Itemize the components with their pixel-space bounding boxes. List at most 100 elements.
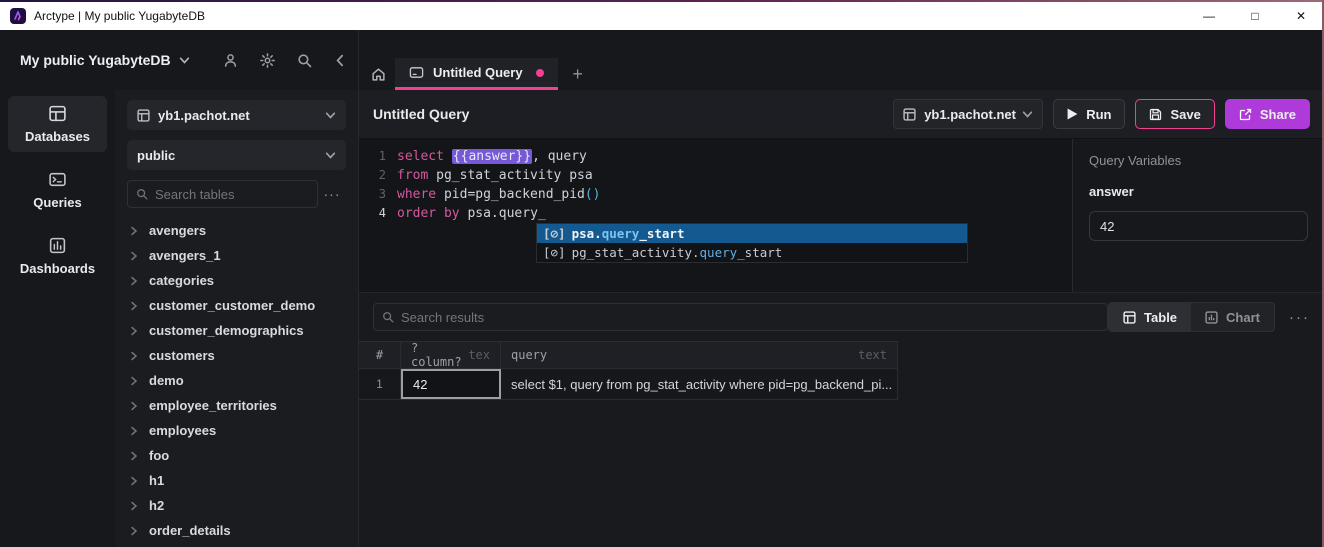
query-tab-icon [409, 65, 424, 80]
result-cell-selected[interactable]: 42 [401, 369, 501, 399]
minimize-button[interactable]: — [1186, 2, 1232, 30]
table-row[interactable]: foo [127, 443, 346, 468]
chevron-right-icon[interactable] [129, 501, 139, 511]
search-icon[interactable] [297, 53, 312, 68]
table-row[interactable]: h2 [127, 493, 346, 518]
user-icon[interactable] [223, 53, 238, 68]
query-header: Untitled Query yb1.pachot.net [359, 90, 1324, 138]
autocomplete-item[interactable]: [⊘]pg_stat_activity.query_start [537, 243, 967, 262]
chevron-right-icon[interactable] [129, 226, 139, 236]
chevron-right-icon[interactable] [129, 526, 139, 536]
search-icon [382, 311, 394, 323]
tables-more-button[interactable]: ··· [318, 186, 346, 202]
schema-name: public [137, 148, 175, 163]
close-button[interactable]: ✕ [1278, 2, 1324, 30]
table-row[interactable]: employee_territories [127, 393, 346, 418]
chevron-right-icon[interactable] [129, 276, 139, 286]
titlebar: Arctype | My public YugabyteDB — □ ✕ [0, 0, 1324, 30]
sql-editor[interactable]: 1 select {{answer}}, query 2 from pg_sta… [359, 139, 1072, 292]
chevron-down-icon [1022, 109, 1033, 120]
chevron-down-icon[interactable] [179, 55, 190, 66]
run-button[interactable]: Run [1053, 99, 1125, 129]
window-controls: — □ ✕ [1186, 2, 1324, 30]
chevron-right-icon[interactable] [129, 251, 139, 261]
connection-dropdown[interactable]: yb1.pachot.net [127, 100, 346, 130]
results-header-row: # ?column?tex querytext [359, 341, 898, 369]
workspace-name[interactable]: My public YugabyteDB [20, 52, 171, 68]
tab-label: Untitled Query [433, 65, 523, 80]
chevron-right-icon[interactable] [129, 376, 139, 386]
result-row: 1 42 select $1, query from pg_stat_activ… [359, 369, 898, 400]
chevron-right-icon[interactable] [129, 476, 139, 486]
maximize-button[interactable]: □ [1232, 2, 1278, 30]
table-row[interactable]: customer_demographics [127, 318, 346, 343]
nav-item-dashboards[interactable]: Dashboards [8, 228, 107, 284]
query-variable-token: {{answer}} [452, 149, 532, 164]
table-row[interactable]: h1 [127, 468, 346, 493]
database-icon [903, 108, 916, 121]
nav-label: Databases [25, 129, 90, 144]
result-cell-query[interactable]: select $1, query from pg_stat_activity w… [501, 369, 898, 399]
share-label: Share [1260, 107, 1296, 122]
table-view-button[interactable]: Table [1109, 303, 1191, 331]
query-title[interactable]: Untitled Query [373, 106, 469, 122]
window-title: Arctype | My public YugabyteDB [34, 9, 205, 23]
table-row[interactable]: customers [127, 343, 346, 368]
chevron-down-icon [325, 110, 336, 121]
code-line: 4 order by psa.query_ [359, 204, 1072, 223]
new-tab-button[interactable]: + [558, 58, 598, 90]
code-line: 2 from pg_stat_activity psa [359, 166, 1072, 185]
chart-view-button[interactable]: Chart [1191, 303, 1274, 331]
play-icon [1067, 108, 1078, 120]
tab-untitled-query[interactable]: Untitled Query [395, 58, 558, 90]
view-toggle: Table Chart [1108, 302, 1275, 332]
chevron-right-icon[interactable] [129, 351, 139, 361]
nav-item-queries[interactable]: Queries [8, 162, 107, 218]
table-search-row: ··· [127, 180, 346, 208]
chevron-right-icon[interactable] [129, 426, 139, 436]
arctype-logo-icon [10, 8, 26, 24]
results-toolbar: Table Chart ··· [359, 293, 1324, 341]
tables-sidebar: yb1.pachot.net public [115, 90, 358, 547]
save-button[interactable]: Save [1135, 99, 1214, 129]
share-button[interactable]: Share [1225, 99, 1310, 129]
nav-label: Dashboards [20, 261, 95, 276]
left-panel: My public YugabyteDB [0, 30, 358, 547]
search-tables-input[interactable] [155, 187, 309, 202]
table-row[interactable]: orders [127, 543, 346, 547]
nav-item-databases[interactable]: Databases [8, 96, 107, 152]
tab-strip: Untitled Query + [359, 30, 1324, 90]
query-connection-dropdown[interactable]: yb1.pachot.net [893, 99, 1043, 129]
home-tab[interactable] [361, 58, 395, 90]
table-row[interactable]: demo [127, 368, 346, 393]
code-line: 1 select {{answer}}, query [359, 147, 1072, 166]
table-list: avengers avengers_1 categories customer_… [127, 214, 346, 547]
chevron-right-icon[interactable] [129, 326, 139, 336]
settings-gear-icon[interactable] [260, 53, 275, 68]
table-row[interactable]: avengers [127, 218, 346, 243]
header-column-2[interactable]: querytext [501, 342, 898, 368]
table-row[interactable]: avengers_1 [127, 243, 346, 268]
chevron-down-icon [325, 150, 336, 161]
database-icon [137, 109, 150, 122]
chevron-right-icon[interactable] [129, 301, 139, 311]
editor-row: 1 select {{answer}}, query 2 from pg_sta… [359, 138, 1324, 292]
chevron-right-icon[interactable] [129, 451, 139, 461]
collapse-sidebar-icon[interactable] [334, 54, 346, 67]
code-line: 3 where pid=pg_backend_pid() [359, 185, 1072, 204]
autocomplete-item-selected[interactable]: [⊘]psa.query_start [537, 224, 967, 243]
search-results-input[interactable] [401, 310, 1099, 325]
line-number: 4 [359, 204, 397, 223]
results-more-button[interactable]: ··· [1289, 309, 1310, 326]
table-row[interactable]: categories [127, 268, 346, 293]
schema-dropdown[interactable]: public [127, 140, 346, 170]
line-number: 1 [359, 147, 397, 166]
share-icon [1239, 108, 1252, 121]
header-column-1[interactable]: ?column?tex [401, 342, 501, 368]
table-view-label: Table [1144, 310, 1177, 325]
table-row[interactable]: employees [127, 418, 346, 443]
table-row[interactable]: customer_customer_demo [127, 293, 346, 318]
variable-value-input[interactable] [1089, 211, 1308, 241]
table-row[interactable]: order_details [127, 518, 346, 543]
chevron-right-icon[interactable] [129, 401, 139, 411]
